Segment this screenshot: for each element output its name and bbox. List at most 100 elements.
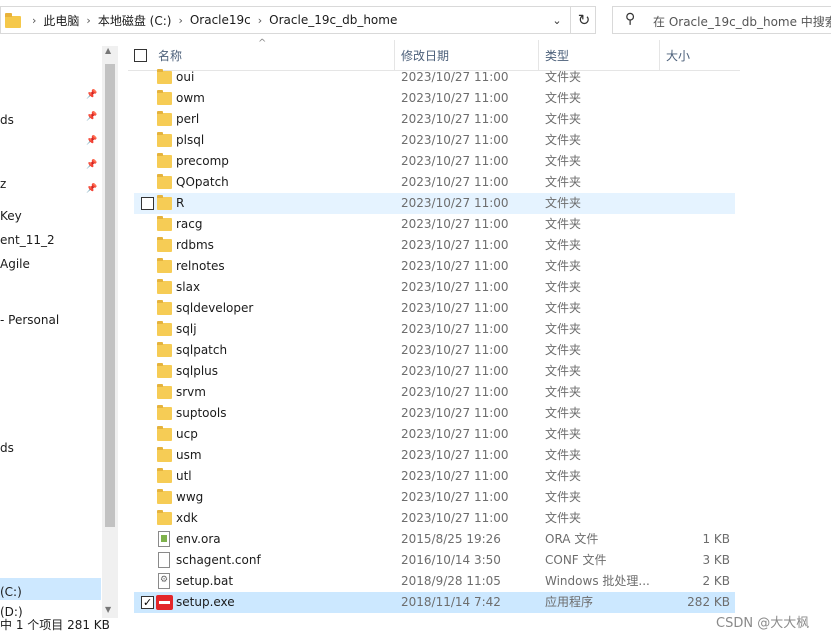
file-size: 1 KB [702, 532, 730, 546]
column-header-modified-label: 修改日期 [401, 49, 450, 63]
chevron-down-icon[interactable]: ⌄ [543, 7, 570, 33]
file-date: 2023/10/27 11:00 [401, 427, 509, 441]
file-date: 2023/10/27 11:00 [401, 112, 509, 126]
refresh-icon[interactable]: ↻ [570, 7, 597, 33]
folder-icon [157, 237, 172, 252]
scroll-down-icon[interactable]: ▼ [105, 605, 111, 614]
file-row[interactable]: sqlpatch 2023/10/27 11:00 文件夹 [134, 340, 735, 361]
column-header-type[interactable]: 类型 [538, 40, 659, 70]
row-checkbox[interactable] [141, 592, 154, 613]
folder-icon [157, 174, 172, 189]
file-date: 2023/10/27 11:00 [401, 133, 509, 147]
file-type: 文件夹 [545, 154, 582, 168]
column-header-size[interactable]: 大小 [659, 40, 740, 70]
nav-item[interactable]: ds [0, 438, 14, 458]
column-header-type-label: 类型 [545, 49, 570, 63]
file-type: 文件夹 [545, 217, 582, 231]
column-header-name[interactable]: 名称 [158, 40, 394, 70]
breadcrumb-item[interactable]: 本地磁盘 (C:) [98, 12, 172, 29]
file-row[interactable]: relnotes 2023/10/27 11:00 文件夹 [134, 256, 735, 277]
file-row[interactable]: ucp 2023/10/27 11:00 文件夹 [134, 424, 735, 445]
file-name: R [176, 196, 185, 210]
file-date: 2023/10/27 11:00 [401, 343, 509, 357]
file-row[interactable]: suptools 2023/10/27 11:00 文件夹 [134, 403, 735, 424]
search-input[interactable]: ⚲ 在 Oracle_19c_db_home 中搜索 [612, 6, 831, 34]
watermark: CSDN @大大枫 [716, 616, 810, 631]
folder-icon [157, 342, 172, 357]
folder-icon [157, 468, 172, 483]
file-row[interactable]: slax 2023/10/27 11:00 文件夹 [134, 277, 735, 298]
file-row[interactable]: setup.exe 2018/11/14 7:42 应用程序 282 KB [134, 592, 735, 613]
file-date: 2023/10/27 11:00 [401, 280, 509, 294]
folder-icon [157, 279, 172, 294]
file-row[interactable]: precomp 2023/10/27 11:00 文件夹 [134, 151, 735, 172]
file-row[interactable]: sqlj 2023/10/27 11:00 文件夹 [134, 319, 735, 340]
nav-scrollbar-thumb[interactable] [105, 64, 115, 527]
file-name: ucp [176, 427, 198, 441]
column-header-modified[interactable]: 修改日期 [394, 40, 538, 70]
file-row[interactable]: utl 2023/10/27 11:00 文件夹 [134, 466, 735, 487]
file-row[interactable]: QOpatch 2023/10/27 11:00 文件夹 [134, 172, 735, 193]
file-row[interactable]: xdk 2023/10/27 11:00 文件夹 [134, 508, 735, 529]
file-type: 文件夹 [545, 406, 582, 420]
breadcrumb-separator-icon[interactable]: › [32, 14, 36, 27]
file-date: 2023/10/27 11:00 [401, 364, 509, 378]
file-row[interactable]: sqldeveloper 2023/10/27 11:00 文件夹 [134, 298, 735, 319]
nav-item[interactable]: Agile [0, 254, 30, 274]
nav-item[interactable]: - Personal [0, 310, 59, 330]
breadcrumb-separator-icon[interactable]: › [86, 14, 90, 27]
file-row[interactable]: schagent.conf 2016/10/14 3:50 CONF 文件 3 KB [134, 550, 735, 571]
nav-item[interactable]: z [0, 174, 6, 194]
batch-file-icon [158, 573, 170, 589]
file-name: sqldeveloper [176, 301, 254, 315]
file-row[interactable]: perl 2023/10/27 11:00 文件夹 [134, 109, 735, 130]
file-name: plsql [176, 133, 205, 147]
breadcrumb-item[interactable]: Oracle_19c_db_home [269, 13, 397, 27]
folder-icon [157, 258, 172, 273]
breadcrumb-separator-icon[interactable]: › [258, 14, 262, 27]
nav-item[interactable]: ds [0, 110, 14, 130]
file-type: 文件夹 [545, 490, 582, 504]
file-type: 文件夹 [545, 91, 582, 105]
nav-item[interactable]: Key [0, 206, 22, 226]
file-row[interactable]: rdbms 2023/10/27 11:00 文件夹 [134, 235, 735, 256]
file-row[interactable]: wwg 2023/10/27 11:00 文件夹 [134, 487, 735, 508]
file-date: 2023/10/27 11:00 [401, 322, 509, 336]
select-all-checkbox[interactable] [134, 49, 147, 62]
row-checkbox[interactable] [141, 197, 154, 210]
folder-icon [157, 195, 172, 210]
file-type: 文件夹 [545, 175, 582, 189]
folder-icon [157, 510, 172, 525]
search-placeholder: 在 Oracle_19c_db_home 中搜索 [653, 15, 831, 29]
scroll-up-icon[interactable]: ▲ [105, 46, 111, 55]
file-row[interactable]: owm 2023/10/27 11:00 文件夹 [134, 88, 735, 109]
folder-icon [5, 13, 21, 28]
file-row[interactable]: oui 2023/10/27 11:00 文件夹 [134, 67, 735, 88]
file-name: precomp [176, 154, 229, 168]
file-date: 2016/10/14 3:50 [401, 553, 501, 567]
file-date: 2023/10/27 11:00 [401, 385, 509, 399]
file-row[interactable]: sqlplus 2023/10/27 11:00 文件夹 [134, 361, 735, 382]
file-type: 文件夹 [545, 280, 582, 294]
breadcrumb-item[interactable]: Oracle19c [190, 13, 251, 27]
breadcrumb: › 此电脑 › 本地磁盘 (C:) › Oracle19c › Oracle_19c_db_h… [25, 7, 397, 33]
file-row[interactable]: env.ora 2015/8/25 19:26 ORA 文件 1 KB [134, 529, 735, 550]
file-row[interactable]: racg 2023/10/27 11:00 文件夹 [134, 214, 735, 235]
breadcrumb-item[interactable]: 此电脑 [43, 12, 79, 29]
nav-item[interactable]: (C:) [0, 582, 22, 602]
folder-icon [157, 300, 172, 315]
folder-icon [157, 90, 172, 105]
file-row[interactable]: plsql 2023/10/27 11:00 文件夹 [134, 130, 735, 151]
file-row[interactable]: setup.bat 2018/9/28 11:05 Windows 批处理... 2 … [134, 571, 735, 592]
breadcrumb-separator-icon[interactable]: › [178, 14, 182, 27]
file-row[interactable]: usm 2023/10/27 11:00 文件夹 [134, 445, 735, 466]
address-bar[interactable]: › 此电脑 › 本地磁盘 (C:) › Oracle19c › Oracle_19c_db_h… [0, 6, 596, 34]
pin-icon: 📌 [86, 136, 98, 146]
file-name: rdbms [176, 238, 214, 252]
file-row[interactable]: srvm 2023/10/27 11:00 文件夹 [134, 382, 735, 403]
file-size: 2 KB [702, 574, 730, 588]
nav-item[interactable]: ent_11_2 [0, 230, 55, 250]
nav-scrollbar[interactable]: ▲ ▼ [102, 46, 118, 618]
file-type: 文件夹 [545, 112, 582, 126]
file-row[interactable]: R 2023/10/27 11:00 文件夹 [134, 193, 735, 214]
